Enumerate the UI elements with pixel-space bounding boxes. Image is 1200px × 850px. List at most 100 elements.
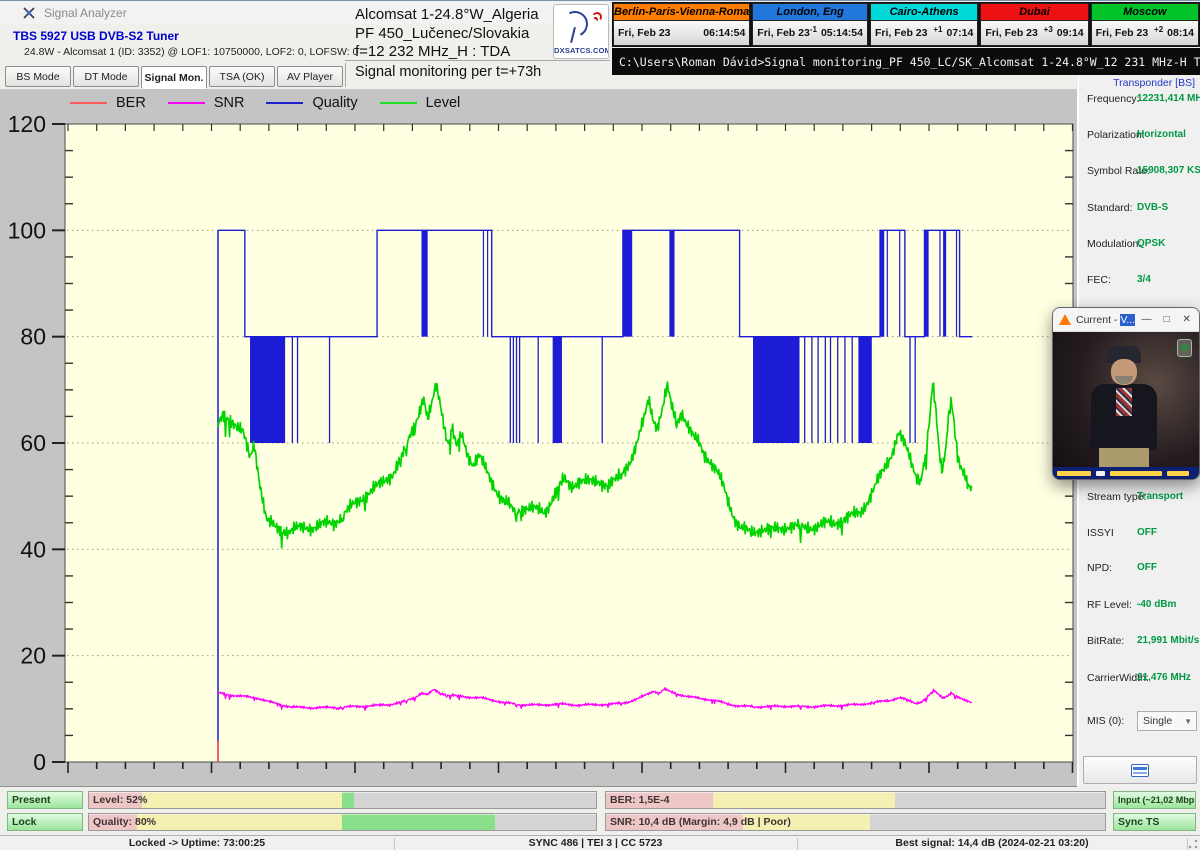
signal-analyzer-window: Signal Analyzer TBS 5927 USB DVB-S2 Tune… <box>0 0 1200 850</box>
row-polarization: Polarization:Horizontal <box>1079 129 1200 143</box>
row-npd: NPD:OFF <box>1079 562 1200 576</box>
clock-city: Dubai <box>981 4 1087 21</box>
tab-signal-mon[interactable]: Signal Mon. <box>141 66 207 89</box>
svg-text:0: 0 <box>33 749 46 775</box>
tab-bs-mode[interactable]: BS Mode <box>5 66 71 87</box>
tab-bar: BS Mode DT Mode Signal Mon. TSA (OK) AV … <box>5 66 343 88</box>
sidebar-title: Transponder [BS] <box>1113 77 1195 89</box>
tuner-name: TBS 5927 USB DVB-S2 Tuner <box>13 29 179 43</box>
clock-offset: +2 <box>1154 25 1163 34</box>
svg-text:20: 20 <box>20 643 46 669</box>
clock-offset: -1 <box>810 25 817 34</box>
clock-date: Fri, Feb 23 <box>985 27 1038 39</box>
level-progress-bar: Level: 52% <box>88 791 597 809</box>
monitoring-duration: Signal monitoring per t=+73h <box>355 64 541 80</box>
clock-offset: +1 <box>933 25 942 34</box>
tab-dt-mode[interactable]: DT Mode <box>73 66 139 87</box>
monitoring-header: Alcomsat 1-24.8°W_Algeria PF 450_Lučenec… <box>355 6 585 62</box>
tuner-details: 24.8W - Alcomsat 1 (ID: 3352) @ LOF1: 10… <box>24 46 358 58</box>
row-carrier-width: CarrierWidth:21,476 MHz <box>1079 672 1200 686</box>
clock-time: 08:14 <box>1167 27 1194 39</box>
svg-text:40: 40 <box>20 536 46 562</box>
transport-stream-button[interactable] <box>1083 756 1197 784</box>
clock-date: Fri, Feb 23 <box>875 27 928 39</box>
quality-line-swatch <box>266 102 303 104</box>
status-bar: Locked -> Uptime: 73:00:25 SYNC 486 | TE… <box>0 835 1200 850</box>
chart-panel: 020406080100120 BER SNR Quality Level <box>0 89 1078 787</box>
clock-berlin: Berlin-Paris-Vienna-Roma Fri, Feb 2306:1… <box>613 3 750 46</box>
clock-dubai: Dubai Fri, Feb 23 +3 09:14 <box>980 3 1088 46</box>
mis-dropdown[interactable]: Single▼ <box>1137 711 1197 731</box>
clock-time: 07:14 <box>946 27 973 39</box>
clock-city: Cairo-Athens <box>871 4 977 21</box>
site-name: PF 450_Lučenec/Slovakia <box>355 25 585 44</box>
video-screen[interactable] <box>1053 332 1199 480</box>
news-ticker <box>1053 467 1199 480</box>
row-issyi: ISSYIOFF <box>1079 527 1200 541</box>
video-title: Current - V... <box>1076 314 1135 326</box>
satellite-dish-icon <box>559 8 592 41</box>
clock-offset: +3 <box>1044 25 1053 34</box>
dxsatcs-logo: DXSATCS.COM <box>553 4 609 59</box>
close-icon[interactable]: ✕ <box>1180 314 1193 325</box>
status-best-signal: Best signal: 14,4 dB (2024-02-21 03:20) <box>797 837 1187 849</box>
vlc-video-window: Current - V... — □ ✕ <box>1052 307 1200 480</box>
lock-indicator: Lock <box>7 813 83 831</box>
stream-icon <box>1131 764 1149 777</box>
row-fec: FEC:3/4 <box>1079 274 1200 288</box>
resize-grip[interactable] <box>1188 839 1198 849</box>
sync-ts-indicator: Sync TS <box>1113 813 1196 831</box>
present-indicator: Present <box>7 791 83 809</box>
row-mis: MIS (0): Single▼ <box>1079 715 1200 729</box>
signal-chart: 020406080100120 <box>0 89 1078 787</box>
snr-progress-bar: SNR: 10,4 dB (Margin: 4,9 dB | Poor) <box>605 813 1106 831</box>
ber-progress-bar: BER: 1,5E-4 <box>605 791 1106 809</box>
clock-moscow: Moscow Fri, Feb 23 +2 08:14 <box>1091 3 1199 46</box>
clock-city: Moscow <box>1092 4 1198 21</box>
snr-line-swatch <box>168 102 205 104</box>
video-titlebar[interactable]: Current - V... — □ ✕ <box>1053 308 1199 332</box>
legend-snr: SNR <box>168 95 245 111</box>
frequency-line: f=12 232 MHz_H : TDA <box>355 43 585 62</box>
svg-text:60: 60 <box>20 430 46 456</box>
minimize-icon[interactable]: — <box>1140 314 1153 325</box>
row-frequency: Frequency:12231,414 MHz <box>1079 93 1200 107</box>
row-bitrate: BitRate:21,991 Mbit/s <box>1079 635 1200 649</box>
legend-ber: BER <box>70 95 146 111</box>
clock-london: London, Eng Fri, Feb 23-1 05:14:54 <box>752 3 868 46</box>
satellite-name: Alcomsat 1-24.8°W_Algeria <box>355 6 585 25</box>
vlc-cone-icon <box>1059 314 1071 325</box>
row-modulation: Modulation:QPSK <box>1079 238 1200 252</box>
input-rate-indicator: Input (~21,02 Mbps) <box>1113 791 1196 809</box>
maximize-icon[interactable]: □ <box>1160 314 1173 325</box>
legend-level: Level <box>380 95 461 111</box>
row-symbol-rate: Symbol Rate:15908,307 KS/s <box>1079 165 1200 179</box>
channel-logo <box>1177 339 1192 357</box>
app-icon <box>22 6 36 20</box>
clock-city: London, Eng <box>753 4 867 21</box>
tab-tsa[interactable]: TSA (OK) <box>209 66 275 87</box>
clock-time: 05:14:54 <box>821 27 863 39</box>
header-vertical-separator <box>345 63 346 87</box>
row-stream-type: Stream type:Transport <box>1079 491 1200 505</box>
status-sync-counters: SYNC 486 | TEI 3 | CC 5723 <box>394 837 797 849</box>
svg-text:100: 100 <box>8 217 46 243</box>
clock-date: Fri, Feb 23 <box>1096 27 1149 39</box>
clock-date: Fri, Feb 23 <box>618 27 671 39</box>
chevron-down-icon: ▼ <box>1184 717 1192 726</box>
clock-time: 09:14 <box>1057 27 1084 39</box>
quality-progress-bar: Quality: 80% <box>88 813 597 831</box>
row-standard: Standard:DVB-S <box>1079 202 1200 216</box>
clock-date: Fri, Feb 23 <box>757 27 810 39</box>
clock-time: 06:14:54 <box>703 27 745 39</box>
clock-cairo: Cairo-Athens Fri, Feb 23 +1 07:14 <box>870 3 978 46</box>
row-rf-level: RF Level:-40 dBm <box>1079 599 1200 613</box>
svg-text:80: 80 <box>20 324 46 350</box>
logo-text: DXSATCS.COM <box>554 46 608 55</box>
level-line-swatch <box>380 102 417 104</box>
tab-av-player[interactable]: AV Player <box>277 66 343 87</box>
chart-legend: BER SNR Quality Level <box>70 95 460 111</box>
legend-quality: Quality <box>266 95 357 111</box>
window-title: Signal Analyzer <box>44 6 127 20</box>
header-separator <box>345 60 610 61</box>
